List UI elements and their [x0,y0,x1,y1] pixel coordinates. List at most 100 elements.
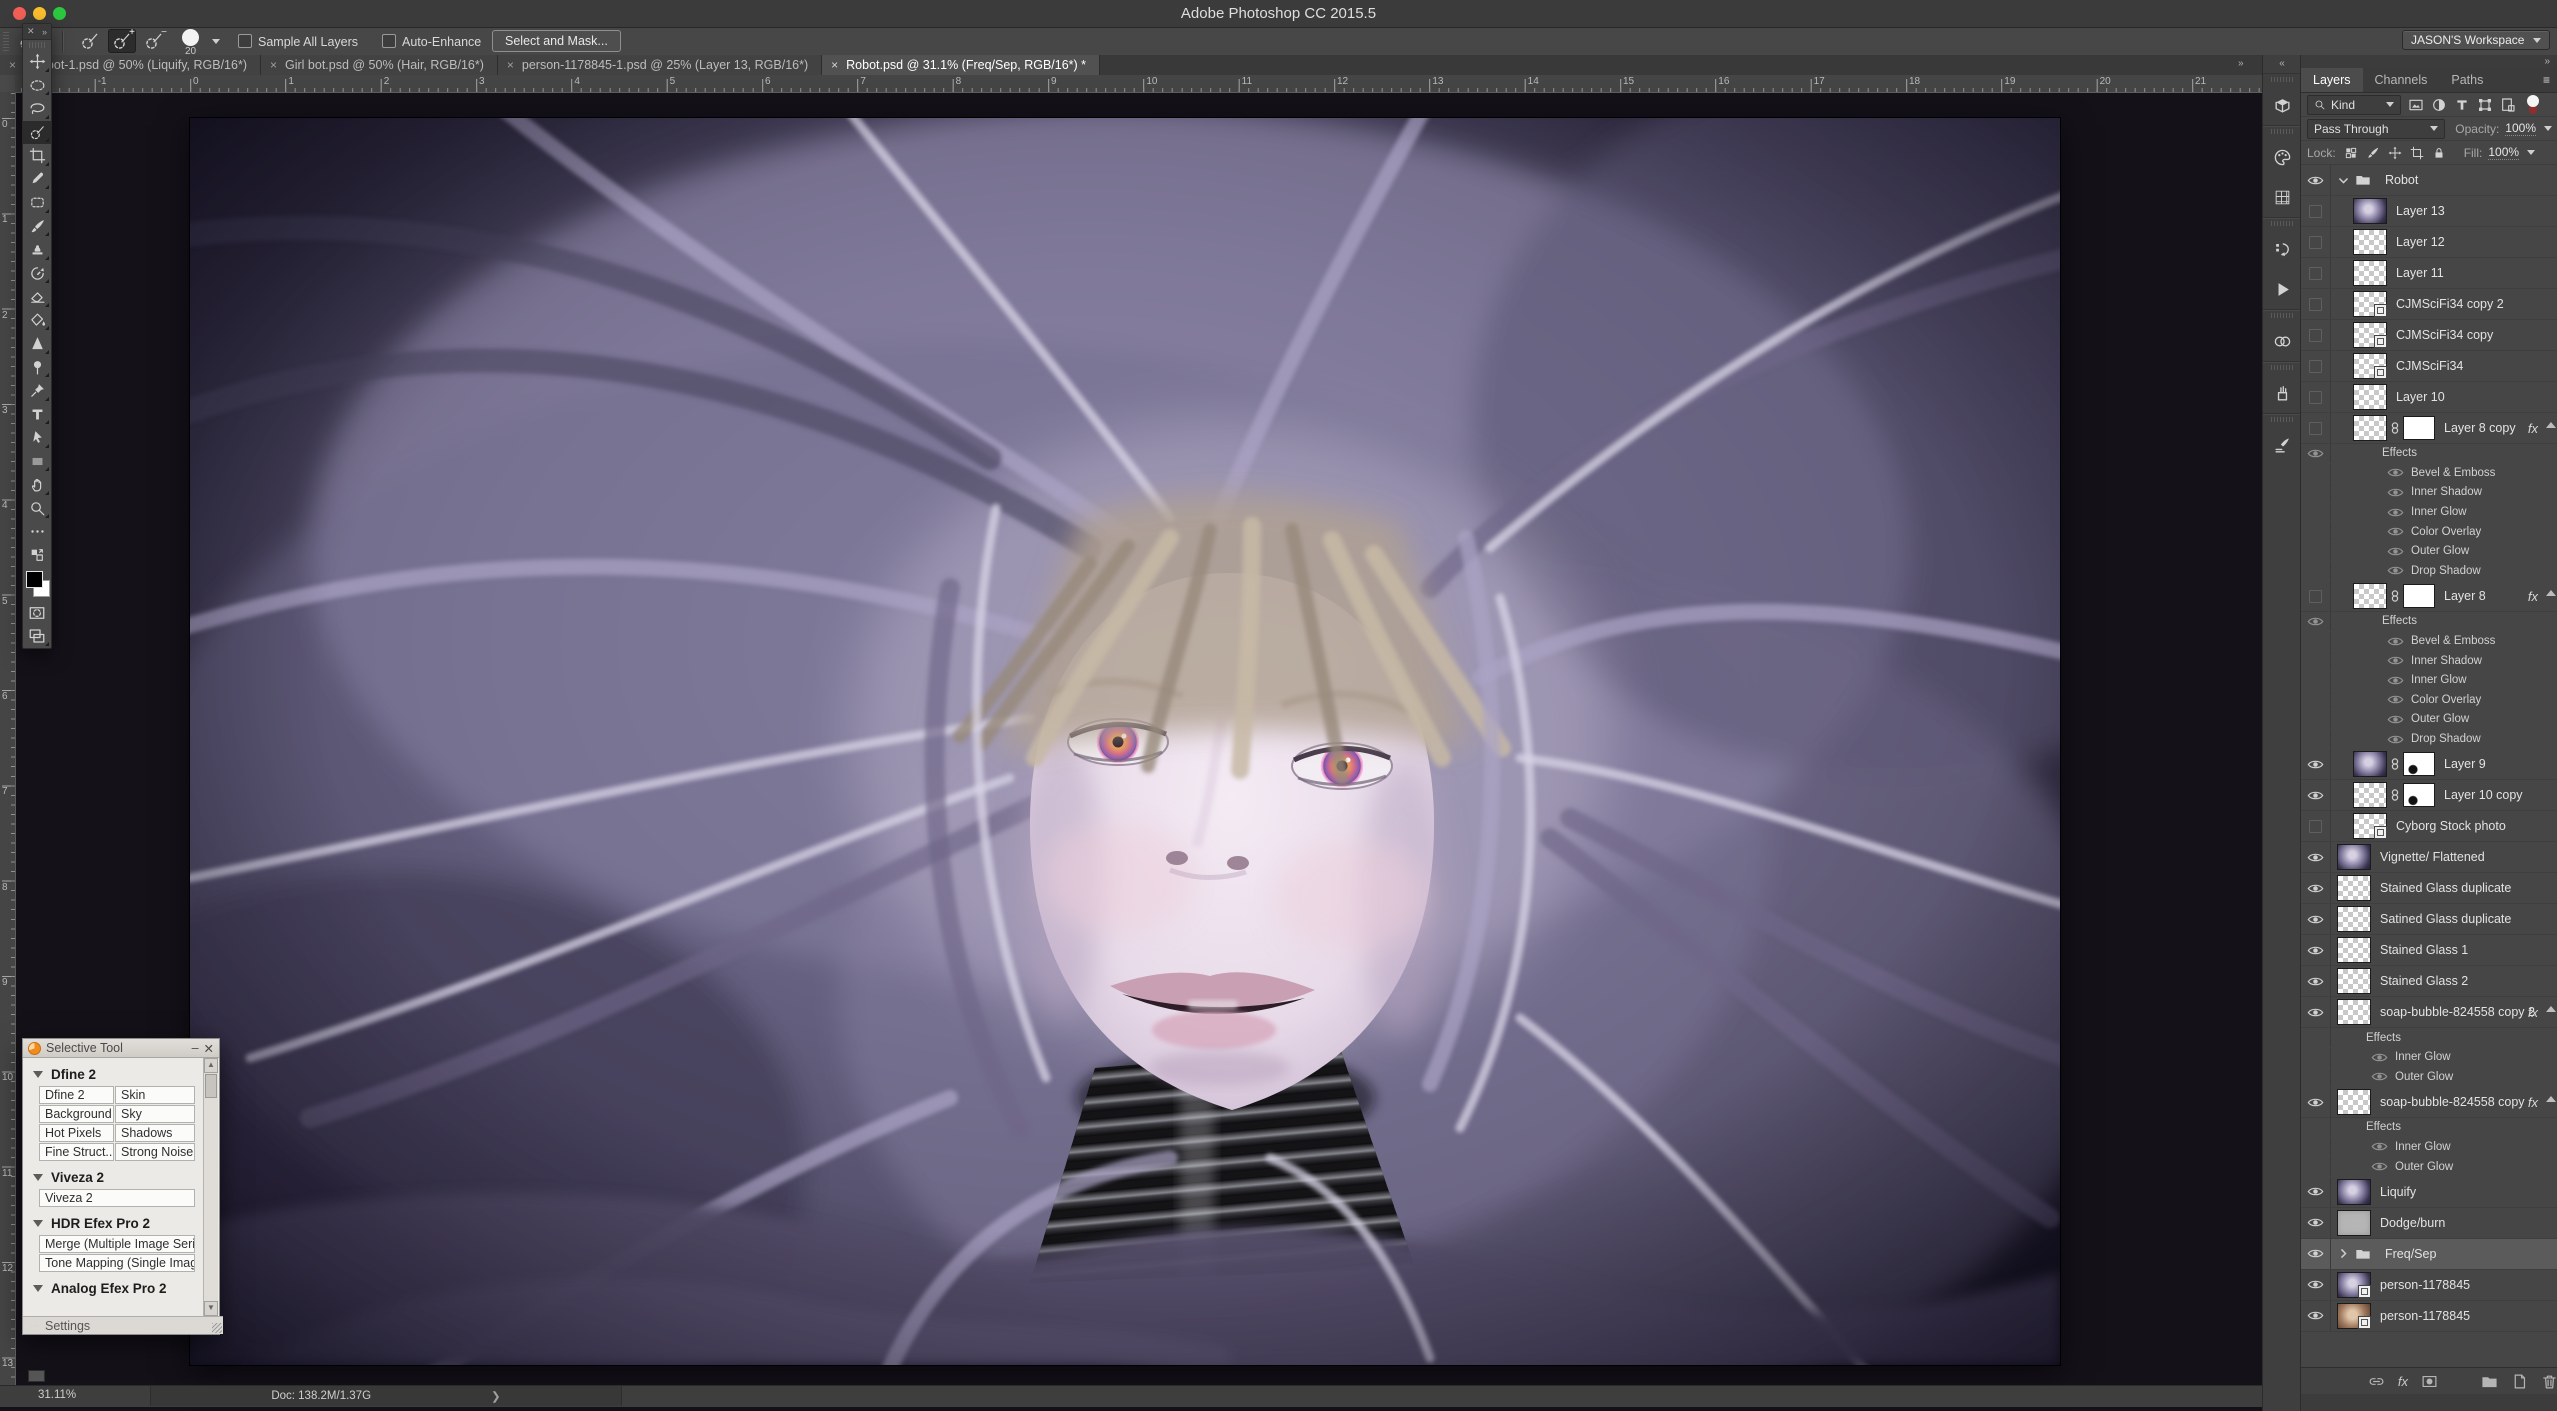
layer-visibility-toggle[interactable] [2301,1301,2331,1331]
layer-row[interactable]: CJMSciFi34 copy [2301,320,2557,351]
section-header[interactable]: Dfine 2 [33,1067,219,1082]
swatches-panel-button[interactable] [2263,177,2301,217]
zoom-level[interactable]: 31.11% [38,1389,76,1401]
crop-tool[interactable] [23,144,51,168]
layer-row[interactable]: person-1178845 [2301,1301,2557,1332]
doc-size-field[interactable]: Doc: 138.2M/1.37G ❯ [150,1386,622,1406]
history-panel-button[interactable] [2263,229,2301,269]
layer-thumbnail[interactable] [2353,322,2387,348]
layer-thumbnail[interactable] [2353,415,2387,441]
layer-thumbnail[interactable] [2353,353,2387,379]
lock-all-icon[interactable] [2432,146,2446,160]
scroll-thumb[interactable] [205,1074,217,1098]
effects-header-row[interactable]: Effects [2301,1118,2557,1138]
effect-row[interactable]: Inner Glow [2301,1048,2557,1068]
effect-row[interactable]: Color Overlay [2301,522,2557,542]
filter-shape-layers-icon[interactable] [2477,97,2493,113]
layer-thumbnail[interactable] [2353,384,2387,410]
panel-menu-icon[interactable]: ≡ [2543,68,2557,92]
layer-visibility-toggle[interactable] [2301,1177,2331,1207]
layer-row[interactable]: Robot [2301,165,2557,196]
filter-button[interactable]: Fine Struct... [39,1143,114,1161]
layer-thumbnail[interactable] [2337,1210,2371,1236]
scroll-up-icon[interactable]: ▲ [204,1058,218,1073]
layer-thumbnail[interactable] [2337,999,2371,1025]
default-swap-colors-button[interactable] [23,544,51,568]
effect-visibility-toggle[interactable] [2301,522,2331,541]
layer-row[interactable]: soap-bubble-824558 copyfx [2301,1087,2557,1118]
auto-enhance-checkbox[interactable]: Auto-Enhance [382,34,481,49]
layer-visibility-toggle[interactable] [2301,997,2331,1027]
blend-mode-dropdown[interactable]: Pass Through [2307,119,2445,139]
collapse-effects-icon[interactable] [2546,1006,2556,1012]
effect-row[interactable]: Outer Glow [2301,1157,2557,1177]
tab-close-icon[interactable]: × [270,58,277,72]
layer-mask-thumbnail[interactable] [2403,584,2435,608]
actions-panel-button[interactable] [2263,269,2301,309]
pen-tool[interactable] [23,379,51,403]
quick-mask-button[interactable] [23,601,51,625]
chevron-down-icon[interactable] [2527,150,2535,155]
layer-visibility-toggle[interactable] [2301,227,2331,257]
effects-visibility-toggle[interactable] [2301,612,2331,631]
layer-row[interactable]: Layer 8 copyfx [2301,413,2557,444]
move-tool[interactable] [23,50,51,74]
brush-size-picker[interactable]: 20 [182,29,199,57]
effect-row[interactable]: Drop Shadow [2301,730,2557,750]
close-icon[interactable]: ✕ [204,1041,214,1056]
layer-row[interactable]: Stained Glass 1 [2301,935,2557,966]
effect-row[interactable]: Bevel & Emboss [2301,464,2557,484]
layer-row[interactable]: Stained Glass duplicate [2301,873,2557,904]
layer-row[interactable]: Layer 9 [2301,749,2557,780]
opacity-value[interactable]: 100% [2505,121,2536,136]
layer-visibility-toggle[interactable] [2301,351,2331,381]
layer-visibility-toggle[interactable] [2301,873,2331,903]
layer-thumbnail[interactable] [2337,968,2371,994]
new-layer-icon[interactable] [2511,1373,2528,1390]
paint-bucket-tool[interactable] [23,309,51,333]
layer-thumbnail[interactable] [2337,1303,2371,1329]
layer-fx-badge[interactable]: fx [2528,1095,2538,1110]
effect-visibility-toggle[interactable] [2301,503,2331,522]
layer-row[interactable]: Stained Glass 2 [2301,966,2557,997]
document-tab[interactable]: ×person-1178845-1.psd @ 25% (Layer 13, R… [498,55,822,75]
creative-cloud-button[interactable] [2263,321,2301,361]
add-mask-icon[interactable] [2421,1373,2438,1390]
add-to-selection-button[interactable]: + [108,29,136,53]
chevron-right-icon[interactable] [2337,1247,2350,1260]
effect-visibility-toggle[interactable] [2301,632,2331,651]
zoom-tool[interactable] [23,497,51,521]
select-and-mask-button[interactable]: Select and Mask... [492,30,621,52]
canvas-area[interactable]: -1012345678910111213141516171819202122 0… [0,75,2262,1411]
effect-row[interactable]: Drop Shadow [2301,562,2557,582]
layer-visibility-toggle[interactable] [2301,842,2331,872]
section-header[interactable]: Viveza 2 [33,1170,219,1185]
effect-row[interactable]: Outer Glow [2301,1068,2557,1088]
filter-button[interactable]: Viveza 2 [39,1189,195,1207]
collapse-effects-icon[interactable] [2546,1096,2556,1102]
new-selection-button[interactable] [76,29,104,53]
layer-visibility-toggle[interactable] [2301,1208,2331,1238]
fill-value[interactable]: 100% [2488,145,2519,160]
effect-visibility-toggle[interactable] [2301,1048,2331,1067]
layer-fx-badge[interactable]: fx [2528,589,2538,604]
brush-picker-chevron-icon[interactable] [212,39,220,44]
layer-thumbnail[interactable] [2353,751,2387,777]
effect-visibility-toggle[interactable] [2301,464,2331,483]
effect-row[interactable]: Inner Glow [2301,1138,2557,1158]
layer-row[interactable]: Cyborg Stock photo [2301,811,2557,842]
eraser-tool[interactable] [23,285,51,309]
new-group-icon[interactable] [2481,1373,2498,1390]
effect-visibility-toggle[interactable] [2301,651,2331,670]
chevron-down-icon[interactable] [2337,174,2350,187]
collapse-effects-icon[interactable] [2546,422,2556,428]
layer-visibility-toggle[interactable] [2301,1270,2331,1300]
layer-thumbnail[interactable] [2337,1089,2371,1115]
screen-mode-button[interactable] [23,625,51,649]
layer-thumbnail[interactable] [2353,583,2387,609]
effect-row[interactable]: Inner Glow [2301,671,2557,691]
layer-thumbnail[interactable] [2337,906,2371,932]
effect-visibility-toggle[interactable] [2301,1068,2331,1087]
layer-thumbnail[interactable] [2337,875,2371,901]
lock-artboard-icon[interactable] [2410,146,2424,160]
